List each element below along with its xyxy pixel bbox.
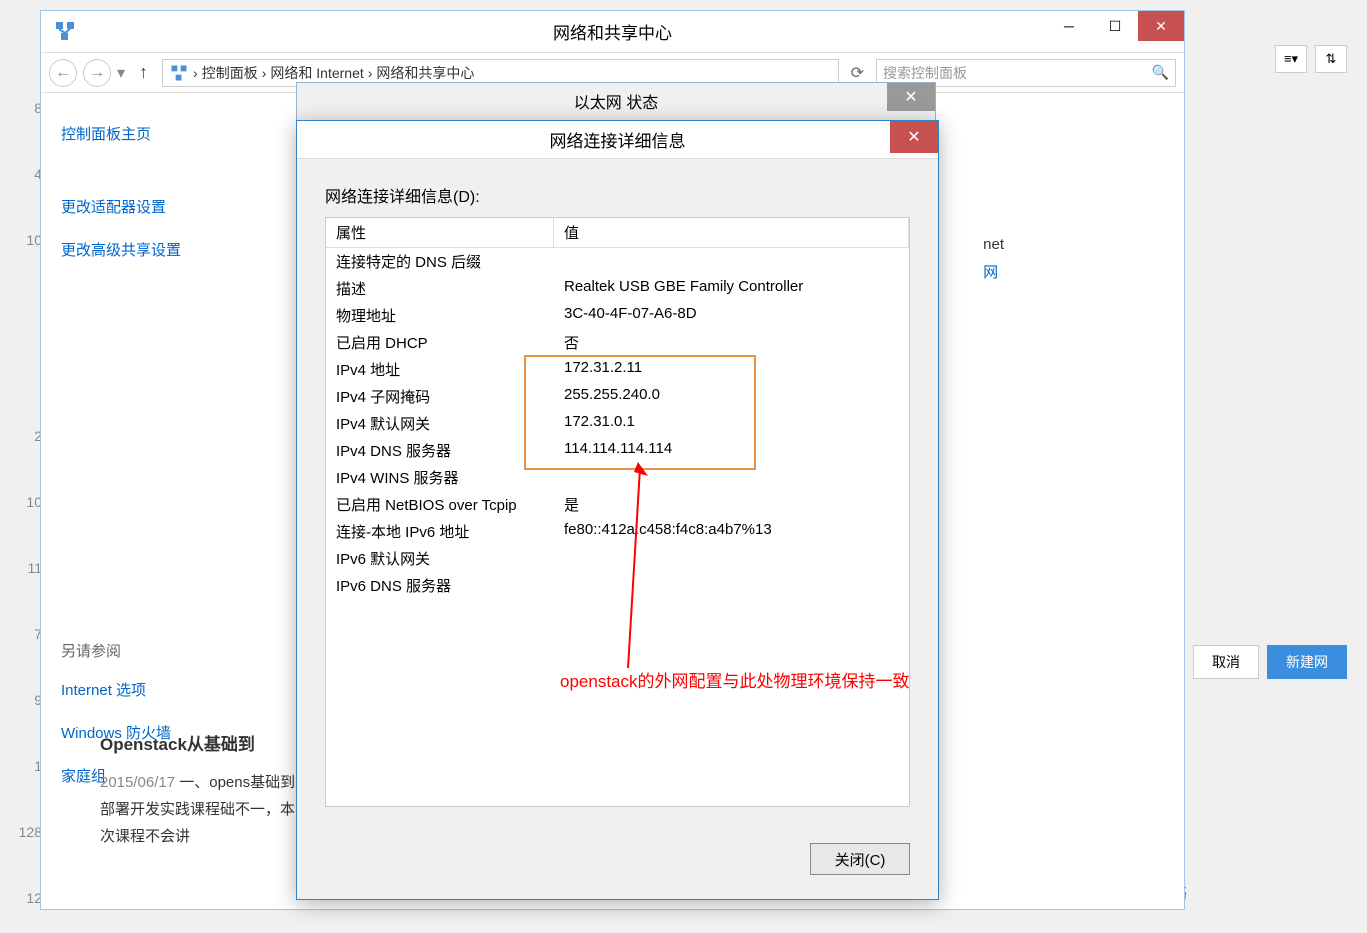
ethernet-status-window: 以太网 状态 ✕ [296,82,936,122]
details-titlebar[interactable]: 网络连接详细信息 ✕ [297,121,938,159]
refresh-icon[interactable]: ⟳ [845,63,870,83]
value-cell: 172.31.2.11 [554,358,909,381]
header-value[interactable]: 值 [554,218,909,247]
value-cell: 否 [554,331,909,354]
ethernet-title: 以太网 状态 [574,89,658,113]
list-header: 属性 值 [326,218,909,248]
filter-button[interactable]: ⇅ [1315,45,1347,73]
internet-options-link[interactable]: Internet 选项 [61,679,261,700]
change-adapter-link[interactable]: 更改适配器设置 [61,196,261,217]
value-cell: Realtek USB GBE Family Controller [554,277,909,300]
details-row[interactable]: 已启用 NetBIOS over Tcpip是 [326,491,909,518]
breadcrumb-part[interactable]: 控制面板 [202,63,258,83]
property-cell: 已启用 NetBIOS over Tcpip [326,493,554,516]
details-label: 网络连接详细信息(D): [325,183,910,207]
details-title: 网络连接详细信息 [550,127,686,152]
property-cell: 描述 [326,277,554,300]
details-close-button[interactable]: ✕ [890,121,938,153]
close-button[interactable]: ✕ [1138,11,1184,41]
header-property[interactable]: 属性 [326,218,554,247]
article-snippet: Openstack从基础到 2015/06/17 一、opens基础到部署开发实… [100,730,300,850]
maximize-button[interactable]: ☐ [1092,11,1138,41]
property-cell: IPv4 DNS 服务器 [326,439,554,462]
main-window-title: 网络和共享中心 [553,19,672,44]
property-cell: IPv4 地址 [326,358,554,381]
details-row[interactable]: 连接特定的 DNS 后缀 [326,248,909,275]
details-row[interactable]: IPv4 默认网关172.31.0.1 [326,410,909,437]
value-cell: fe80::412a:c458:f4c8:a4b7%13 [554,520,909,543]
search-icon: 🔍 [1152,64,1169,81]
forward-button[interactable]: → [83,59,111,87]
details-row[interactable]: IPv6 默认网关 [326,545,909,572]
article-body: 2015/06/17 一、opens基础到部署开发实践课程础不一，本次课程不会讲 [100,769,300,850]
network-icon [53,19,77,43]
details-row[interactable]: 描述Realtek USB GBE Family Controller [326,275,909,302]
article-title[interactable]: Openstack从基础到 [100,730,300,761]
value-cell [554,466,909,489]
details-row[interactable]: 连接-本地 IPv6 地址fe80::412a:c458:f4c8:a4b7%1… [326,518,909,545]
details-row[interactable]: IPv4 子网掩码255.255.240.0 [326,383,909,410]
property-cell: IPv4 WINS 服务器 [326,466,554,489]
details-listview[interactable]: 属性 值 连接特定的 DNS 后缀描述Realtek USB GBE Famil… [325,217,910,807]
right-toolbar: ≡▾ ⇅ [1275,45,1347,73]
network-details-dialog: 网络连接详细信息 ✕ 网络连接详细信息(D): 属性 值 连接特定的 DNS 后… [296,120,939,900]
create-button[interactable]: 新建网 [1267,645,1347,679]
property-cell: 连接-本地 IPv6 地址 [326,520,554,543]
window-controls: ─ ☐ ✕ [1046,11,1184,41]
control-panel-home-link[interactable]: 控制面板主页 [61,123,261,144]
value-cell: 172.31.0.1 [554,412,909,435]
back-button[interactable]: ← [49,59,77,87]
breadcrumb-part[interactable]: 网络和共享中心 [376,63,474,83]
property-cell: IPv6 DNS 服务器 [326,574,554,597]
value-cell [554,574,909,597]
details-row[interactable]: IPv4 WINS 服务器 [326,464,909,491]
ethernet-close-button[interactable]: ✕ [887,83,935,111]
details-row[interactable]: 已启用 DHCP否 [326,329,909,356]
annotation-text: openstack的外网配置与此处物理环境保持一致 [560,668,910,695]
up-button[interactable]: ↑ [131,62,156,83]
dialog-actions: 取消 新建网 [1193,645,1347,679]
property-cell: IPv4 子网掩码 [326,385,554,408]
property-cell: 连接特定的 DNS 后缀 [326,250,554,273]
ethernet-titlebar[interactable]: 以太网 状态 ✕ [297,83,935,119]
cancel-button[interactable]: 取消 [1193,645,1259,679]
see-also-title: 另请参阅 [61,640,261,661]
property-cell: 物理地址 [326,304,554,327]
value-cell: 3C-40-4F-07-A6-8D [554,304,909,327]
value-cell: 是 [554,493,909,516]
details-row[interactable]: IPv6 DNS 服务器 [326,572,909,599]
content-peek: net 网 [983,236,1004,282]
main-titlebar[interactable]: 网络和共享中心 ─ ☐ ✕ [41,11,1184,53]
value-cell [554,547,909,570]
change-sharing-link[interactable]: 更改高级共享设置 [61,239,261,260]
details-row[interactable]: IPv4 地址172.31.2.11 [326,356,909,383]
details-row[interactable]: IPv4 DNS 服务器114.114.114.114 [326,437,909,464]
property-cell: IPv4 默认网关 [326,412,554,435]
value-cell: 255.255.240.0 [554,385,909,408]
minimize-button[interactable]: ─ [1046,11,1092,41]
breadcrumb-part[interactable]: 网络和 Internet [270,63,363,83]
network-icon [169,63,189,83]
list-view-button[interactable]: ≡▾ [1275,45,1307,73]
value-cell: 114.114.114.114 [554,439,909,462]
property-cell: IPv6 默认网关 [326,547,554,570]
property-cell: 已启用 DHCP [326,331,554,354]
details-row[interactable]: 物理地址3C-40-4F-07-A6-8D [326,302,909,329]
close-dialog-button[interactable]: 关闭(C) [810,843,910,875]
value-cell [554,250,909,273]
